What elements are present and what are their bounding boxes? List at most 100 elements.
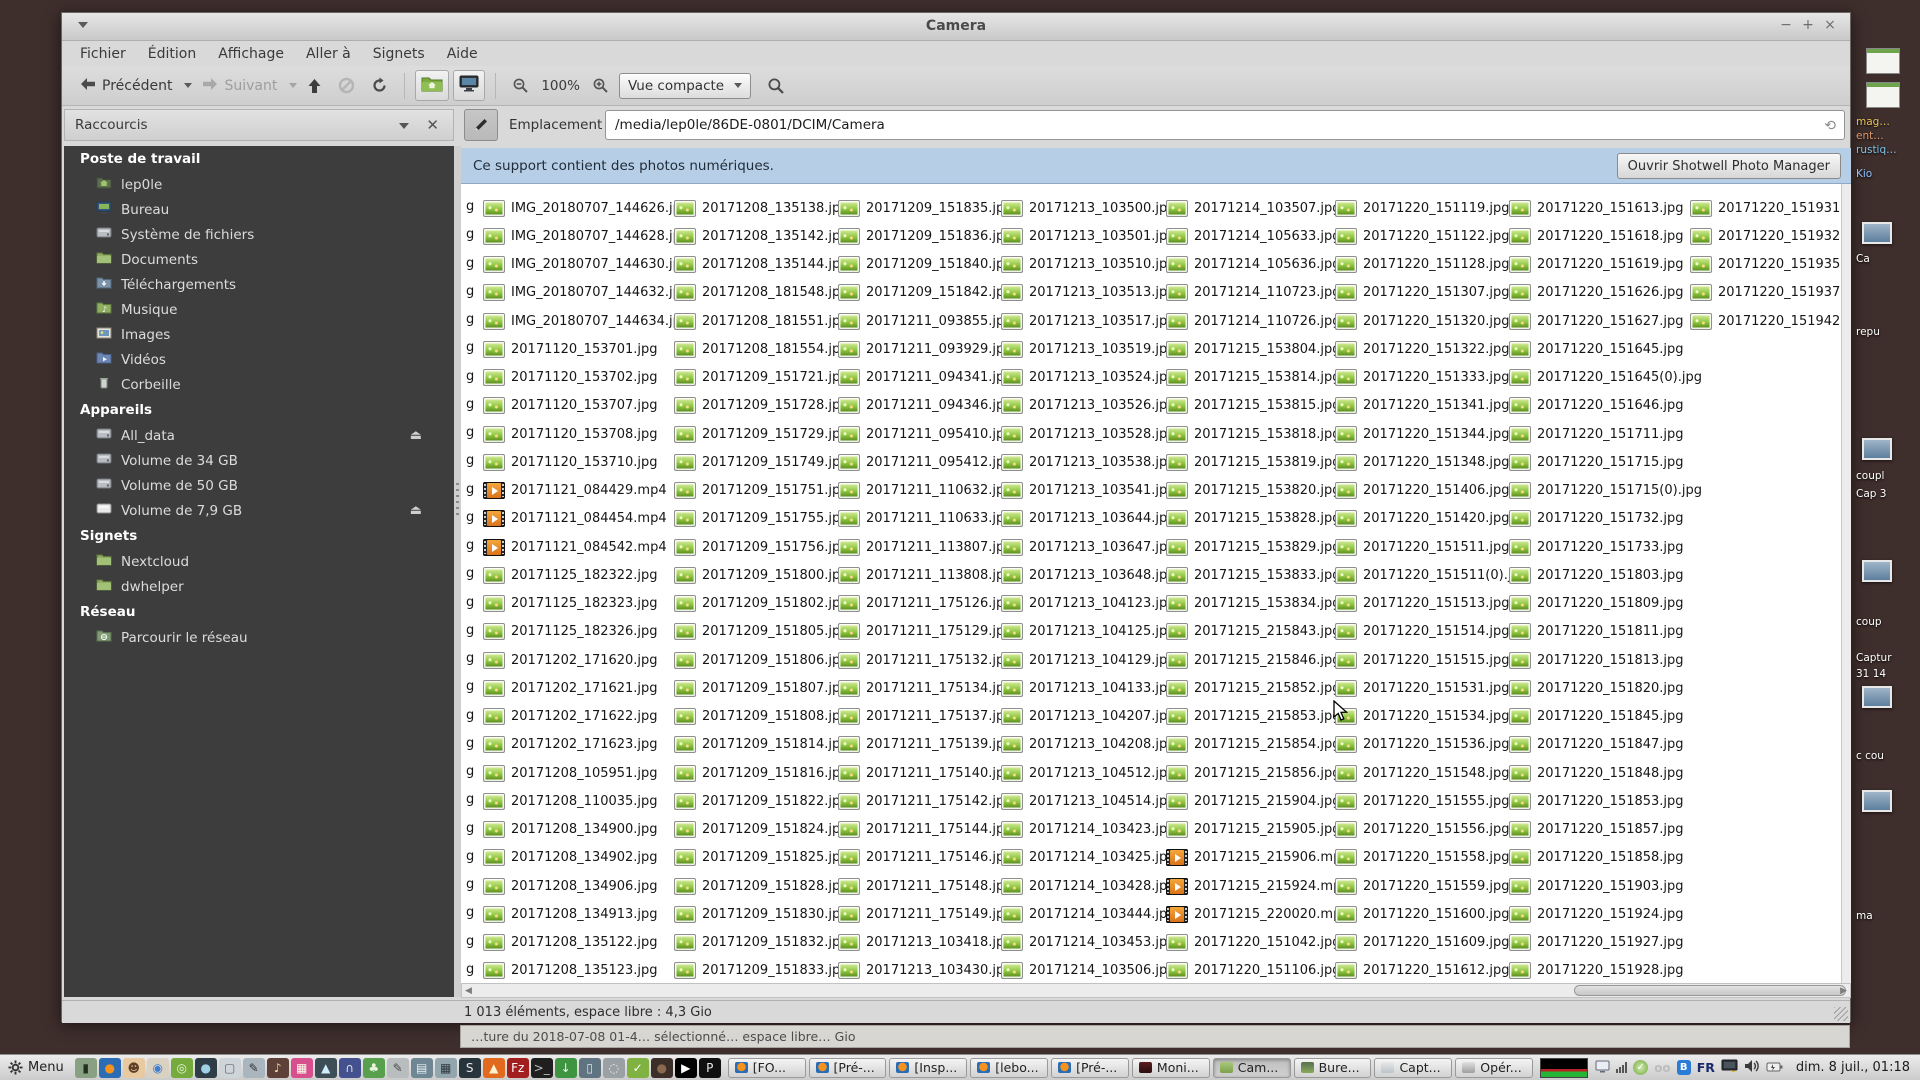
file-item[interactable]: 20171220_151558.jpg xyxy=(1335,846,1510,870)
file-item[interactable]: 20171209_151840.jpg xyxy=(838,253,1013,277)
file-item[interactable]: 20171211_175126.jpg xyxy=(838,592,1013,616)
clock-check-icon[interactable]: ✓ xyxy=(627,1058,649,1078)
screen-warning-icon[interactable] xyxy=(1721,1058,1738,1077)
file-item[interactable]: 20171209_151842.jpg xyxy=(838,281,1013,305)
forward-button[interactable]: Suivant xyxy=(196,73,283,99)
network-signal-icon[interactable] xyxy=(1616,1062,1627,1073)
file-item[interactable]: IMG_20180707_144628.jpg xyxy=(483,224,689,248)
file-item[interactable]: 20171213_103500.jpg xyxy=(1001,196,1176,220)
file-item[interactable]: 20171213_103647.jpg xyxy=(1001,535,1176,559)
file-item[interactable]: 20171214_103453.jpg xyxy=(1001,931,1176,955)
file-item[interactable]: 20171215_220020.mp4 xyxy=(1166,902,1350,926)
file-item[interactable]: 20171209_151833.jpg xyxy=(674,959,849,983)
file-item[interactable]: 20171220_151645(0).jpg xyxy=(1509,366,1702,390)
file-item[interactable]: 20171208_134906.jpg xyxy=(483,874,658,898)
reload-location-icon[interactable]: ⟲ xyxy=(1824,118,1836,134)
close-button[interactable]: × xyxy=(1820,17,1840,33)
file-item[interactable]: 20171214_103507.jpg xyxy=(1166,196,1341,220)
file-item[interactable]: 20171220_151515.jpg xyxy=(1335,648,1510,672)
file-item[interactable]: 20171220_151536.jpg xyxy=(1335,733,1510,757)
file-item[interactable]: 20171220_151645.jpg xyxy=(1509,337,1684,361)
file-item[interactable]: 20171220_151858.jpg xyxy=(1509,846,1684,870)
taskbar-window-cam[interactable]: Cam... xyxy=(1213,1058,1291,1078)
eye-icon[interactable]: ◉ xyxy=(147,1058,169,1078)
file-item[interactable]: 20171214_103423.jpg xyxy=(1001,818,1176,842)
keys-icon[interactable]: ▤ xyxy=(411,1058,433,1078)
file-item[interactable]: 20171215_215856.jpg xyxy=(1166,761,1341,785)
search-button[interactable] xyxy=(761,73,791,99)
file-item[interactable]: 20171220_151711.jpg xyxy=(1509,422,1684,446)
file-item[interactable]: 20171209_151835.jpg xyxy=(838,196,1013,220)
file-item[interactable]: 20171215_153818.jpg xyxy=(1166,422,1341,446)
file-item[interactable]: 20171120_153710.jpg xyxy=(483,450,658,474)
file-item[interactable]: 20171220_151042.jpg xyxy=(1166,931,1341,955)
file-item[interactable]: 20171213_103644.jpg xyxy=(1001,507,1176,531)
file-item[interactable]: 20171213_104208.jpg xyxy=(1001,733,1176,757)
close-sidebar-icon[interactable]: ✕ xyxy=(426,116,439,134)
file-item[interactable]: 20171208_181554.jpg xyxy=(674,337,849,361)
file-item[interactable]: 20171215_153833.jpg xyxy=(1166,563,1341,587)
file-item[interactable]: 20171220_151514.jpg xyxy=(1335,620,1510,644)
file-item[interactable]: 20171208_110035.jpg xyxy=(483,789,658,813)
file-item[interactable]: 20171211_113807.jpg xyxy=(838,535,1013,559)
disc-icon[interactable]: ◌ xyxy=(603,1058,625,1078)
sidebar-item-bureau[interactable]: Bureau xyxy=(64,197,454,222)
file-item[interactable]: 20171220_151307.jpg xyxy=(1335,281,1510,305)
file-item[interactable]: 20171209_151729.jpg xyxy=(674,422,849,446)
file-item[interactable]: 20171220_151803.jpg xyxy=(1509,563,1684,587)
taskbar-window-capt[interactable]: Capt... xyxy=(1374,1058,1452,1078)
file-item[interactable]: 20171208_135123.jpg xyxy=(483,959,658,983)
menu-item-dition[interactable]: Édition xyxy=(138,44,206,64)
sidebar-pane-header[interactable]: Raccourcis ✕ xyxy=(64,109,454,141)
file-item[interactable]: IMG_20180707_144634.jpg xyxy=(483,309,689,333)
open-shotwell-button[interactable]: Ouvrir Shotwell Photo Manager xyxy=(1617,153,1841,179)
file-item[interactable]: 20171213_104129.jpg xyxy=(1001,648,1176,672)
file-item[interactable]: IMG_20180707_144630.jpg xyxy=(483,253,689,277)
desktop-photo-icon[interactable] xyxy=(1862,790,1892,812)
eject-icon[interactable]: ⏏ xyxy=(410,503,422,518)
file-item[interactable]: 20171125_182323.jpg xyxy=(483,592,658,616)
keyboard-layout-indicator[interactable]: FR xyxy=(1697,1060,1715,1075)
s-app-icon[interactable]: S xyxy=(459,1058,481,1078)
file-item[interactable]: 20171120_153707.jpg xyxy=(483,394,658,418)
scroll-left-icon[interactable]: ◀ xyxy=(465,986,472,996)
file-item[interactable]: 20171213_104133.jpg xyxy=(1001,676,1176,700)
file-item[interactable]: 20171202_171623.jpg xyxy=(483,733,658,757)
file-item[interactable]: 20171120_153701.jpg xyxy=(483,337,658,361)
menu-item-affichage[interactable]: Affichage xyxy=(208,44,294,64)
back-history-dropdown[interactable] xyxy=(184,83,192,88)
file-item[interactable]: 20171215_215843.jpg xyxy=(1166,620,1341,644)
file-item[interactable]: 20171220_151937.jpg xyxy=(1690,281,1851,305)
maximize-button[interactable]: + xyxy=(1798,17,1818,33)
file-item[interactable]: 20171220_151600.jpg xyxy=(1335,902,1510,926)
file-item[interactable]: 20171211_175149.jpg xyxy=(838,902,1013,926)
file-list[interactable]: IMG_20180707_144626.jpgIMG_20180707_1446… xyxy=(461,184,1851,983)
file-item[interactable]: 20171215_153829.jpg xyxy=(1166,535,1341,559)
download-icon[interactable]: ↓ xyxy=(555,1058,577,1078)
pane-separator-grip[interactable] xyxy=(456,483,459,517)
file-item[interactable]: 20171220_151618.jpg xyxy=(1509,224,1684,248)
sidebar-item-lep0le[interactable]: lep0le xyxy=(64,172,454,197)
file-item[interactable]: 20171213_103517.jpg xyxy=(1001,309,1176,333)
file-item[interactable]: 20171220_151555.jpg xyxy=(1335,789,1510,813)
horizontal-scrollbar-thumb[interactable] xyxy=(1574,985,1846,996)
file-item[interactable]: 20171211_093929.jpg xyxy=(838,337,1013,361)
vinyl-icon[interactable]: ◎ xyxy=(171,1058,193,1078)
sidebar-item-corbeille[interactable]: Corbeille xyxy=(64,372,454,397)
sidebar-item-alldata[interactable]: All_data⏏ xyxy=(64,423,454,448)
taskbar-window-lebo[interactable]: [lebo... xyxy=(970,1058,1048,1078)
file-item[interactable]: 20171220_151612.jpg xyxy=(1335,959,1510,983)
location-input[interactable]: /media/lep0le/86DE-0801/DCIM/Camera ⟲ xyxy=(605,110,1845,140)
file-item[interactable]: 20171209_151751.jpg xyxy=(674,479,849,503)
terminal-dark-icon[interactable]: >_ xyxy=(531,1058,553,1078)
file-item[interactable]: 20171214_103506.jpg xyxy=(1001,959,1176,983)
file-item[interactable]: 20171208_134913.jpg xyxy=(483,902,658,926)
file-item[interactable]: 20171213_104512.jpg xyxy=(1001,761,1176,785)
file-item[interactable]: 20171220_151344.jpg xyxy=(1335,422,1510,446)
file-item[interactable]: 20171208_135144.jpg xyxy=(674,253,849,277)
file-item[interactable]: 20171215_153828.jpg xyxy=(1166,507,1341,531)
sidebar-item-volumede34gb[interactable]: Volume de 34 GB xyxy=(64,448,454,473)
file-item[interactable]: 20171220_151320.jpg xyxy=(1335,309,1510,333)
p-app-icon[interactable]: P xyxy=(699,1058,721,1078)
zoom-in-button[interactable] xyxy=(586,73,615,98)
